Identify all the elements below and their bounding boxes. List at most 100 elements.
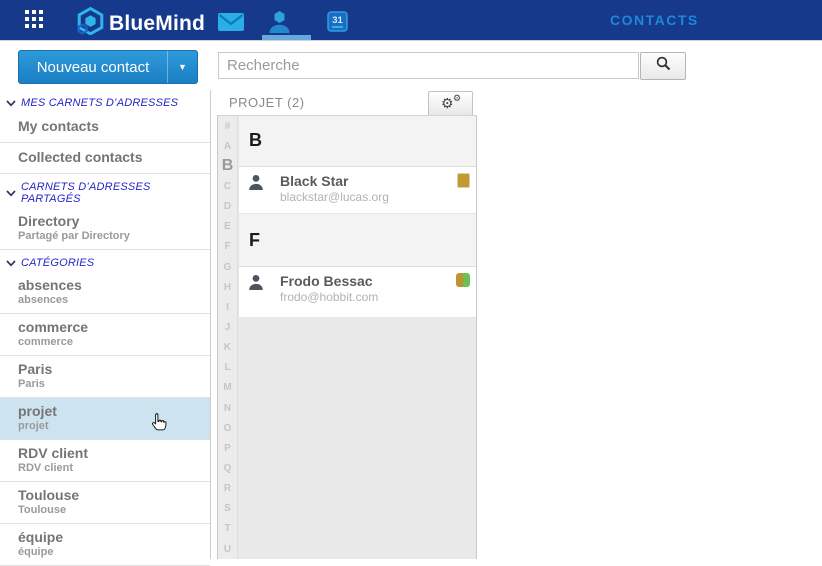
- alphabet-letter[interactable]: R: [218, 479, 237, 499]
- category-badge: [457, 173, 470, 188]
- gear-icon: ⚙: [453, 93, 461, 104]
- alphabet-letter[interactable]: S: [218, 499, 237, 519]
- sidebar-item-subtitle: RDV client: [18, 462, 210, 475]
- sidebar-item-projet[interactable]: projet projet: [0, 398, 210, 440]
- chevron-down-icon: [6, 100, 16, 107]
- contact-email: blackstar@lucas.org: [280, 190, 389, 204]
- new-contact-dropdown-arrow-icon[interactable]: ▼: [167, 51, 197, 83]
- bluemind-hexagon-icon: [77, 7, 104, 40]
- sidebar-item-directory[interactable]: Directory Partagé par Directory: [0, 208, 210, 250]
- category-badges: [456, 273, 470, 287]
- sidebar-item-title: My contacts: [18, 118, 210, 135]
- sidebar-item-title: Collected contacts: [18, 149, 210, 166]
- alphabet-letter[interactable]: M: [218, 378, 237, 398]
- chevron-down-icon: [6, 260, 16, 267]
- sidebar-item-rdv-client[interactable]: RDV client RDV client: [0, 440, 210, 482]
- tab-mail[interactable]: [218, 13, 244, 36]
- sidebar-section-my-addressbooks[interactable]: MES CARNETS D’ADRESSES: [0, 90, 210, 112]
- sidebar-section-label: CARNETS D’ADRESSES PARTAGÉS: [21, 181, 210, 205]
- search-icon: [656, 56, 671, 76]
- sidebar-item-title: Paris: [18, 361, 210, 378]
- sidebar-item-title: RDV client: [18, 445, 210, 462]
- sidebar: MES CARNETS D’ADRESSES My contacts Colle…: [0, 90, 211, 559]
- sidebar-item-subtitle: absences: [18, 294, 210, 307]
- alphabet-letter[interactable]: D: [218, 197, 237, 217]
- person-icon: [248, 174, 264, 196]
- search-input[interactable]: [218, 52, 639, 79]
- group-header-f: F: [239, 214, 476, 267]
- alphabet-letter[interactable]: N: [218, 398, 237, 418]
- tab-contacts[interactable]: [267, 10, 292, 38]
- alphabet-letter[interactable]: F: [218, 237, 237, 257]
- sidebar-item-title: Toulouse: [18, 487, 210, 504]
- tab-calendar[interactable]: 31: [327, 11, 348, 37]
- contact-email: frodo@hobbit.com: [280, 290, 378, 304]
- sidebar-item-subtitle: équipe: [18, 546, 210, 559]
- alphabet-letter[interactable]: L: [218, 358, 237, 378]
- alphabet-letter[interactable]: #: [218, 116, 237, 136]
- alphabet-index: # A B C D E F G H I J K L M N O P Q R S …: [218, 116, 238, 559]
- bluemind-logo[interactable]: BlueMind: [77, 7, 205, 40]
- alphabet-letter[interactable]: C: [218, 176, 237, 196]
- sidebar-item-title: absences: [18, 277, 210, 294]
- hand-cursor-icon: [150, 412, 168, 438]
- alphabet-letter[interactable]: Q: [218, 458, 237, 478]
- alphabet-letter[interactable]: E: [218, 217, 237, 237]
- chevron-down-icon: [6, 190, 16, 197]
- alphabet-letter[interactable]: P: [218, 438, 237, 458]
- sidebar-item-collected-contacts[interactable]: Collected contacts: [0, 143, 210, 174]
- module-title: CONTACTS: [610, 0, 699, 41]
- category-badges: [457, 173, 470, 188]
- svg-text:31: 31: [332, 15, 343, 26]
- alphabet-letter-active[interactable]: B: [218, 156, 237, 176]
- group-letter: F: [239, 214, 476, 251]
- contact-row-black-star[interactable]: Black Star blackstar@lucas.org: [239, 167, 476, 214]
- mail-icon: [218, 18, 244, 35]
- sidebar-item-title: Directory: [18, 213, 210, 230]
- sidebar-item-absences[interactable]: absences absences: [0, 272, 210, 314]
- sidebar-item-subtitle: projet: [18, 420, 210, 433]
- contact-list-panel: # A B C D E F G H I J K L M N O P Q R S …: [217, 115, 477, 559]
- contact-row-frodo-bessac[interactable]: Frodo Bessac frodo@hobbit.com: [239, 267, 476, 318]
- contact-name: Black Star: [280, 173, 348, 189]
- search-button[interactable]: [640, 52, 686, 80]
- sidebar-section-label: MES CARNETS D’ADRESSES: [21, 97, 178, 109]
- sidebar-section-label: CATÉGORIES: [21, 257, 94, 269]
- category-badge: [456, 273, 463, 287]
- sidebar-item-toulouse[interactable]: Toulouse Toulouse: [0, 482, 210, 524]
- category-badge: [463, 273, 470, 287]
- sidebar-item-title: équipe: [18, 529, 210, 546]
- alphabet-letter[interactable]: I: [218, 297, 237, 317]
- sidebar-section-shared-addressbooks[interactable]: CARNETS D’ADRESSES PARTAGÉS: [0, 174, 210, 208]
- alphabet-letter[interactable]: U: [218, 539, 237, 559]
- sidebar-item-equipe[interactable]: équipe équipe: [0, 524, 210, 566]
- sidebar-item-my-contacts[interactable]: My contacts: [0, 112, 210, 143]
- person-icon: [248, 274, 264, 296]
- alphabet-letter[interactable]: O: [218, 418, 237, 438]
- alphabet-letter[interactable]: H: [218, 277, 237, 297]
- group-header-b: B: [239, 116, 476, 167]
- sidebar-section-categories[interactable]: CATÉGORIES: [0, 250, 210, 272]
- new-contact-label: Nouveau contact: [19, 59, 167, 76]
- sidebar-item-paris[interactable]: Paris Paris: [0, 356, 210, 398]
- sidebar-item-commerce[interactable]: commerce commerce: [0, 314, 210, 356]
- app-grid-icon[interactable]: [25, 10, 43, 28]
- sidebar-item-title: commerce: [18, 319, 210, 336]
- alphabet-letter[interactable]: G: [218, 257, 237, 277]
- contact-name: Frodo Bessac: [280, 273, 373, 289]
- sidebar-item-subtitle: Toulouse: [18, 504, 210, 517]
- bluemind-logo-text: BlueMind: [109, 12, 205, 36]
- sidebar-item-subtitle: Partagé par Directory: [18, 230, 210, 243]
- panel-title: PROJET (2): [229, 95, 305, 110]
- sidebar-item-title: projet: [18, 403, 210, 420]
- alphabet-letter[interactable]: J: [218, 317, 237, 337]
- settings-button[interactable]: ⚙ ⚙: [428, 91, 473, 116]
- alphabet-letter[interactable]: K: [218, 338, 237, 358]
- alphabet-letter[interactable]: T: [218, 519, 237, 539]
- calendar-icon: 31: [327, 19, 348, 36]
- sidebar-item-subtitle: Paris: [18, 378, 210, 391]
- gear-icon: ⚙: [441, 95, 454, 112]
- alphabet-letter[interactable]: A: [218, 136, 237, 156]
- new-contact-button[interactable]: Nouveau contact ▼: [18, 50, 198, 84]
- sidebar-item-subtitle: commerce: [18, 336, 210, 349]
